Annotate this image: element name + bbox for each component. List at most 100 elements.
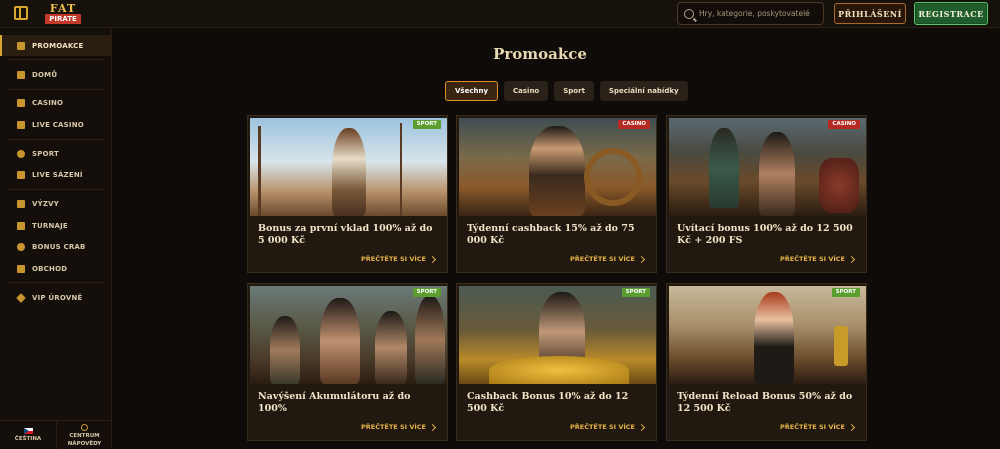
- promo-card-title: Cashback Bonus 10% až do 12 500 Kč: [467, 391, 629, 414]
- read-more-link[interactable]: PŘEČTĚTE SI VÍCE: [569, 423, 646, 431]
- read-more-link[interactable]: PŘEČTĚTE SI VÍCE: [360, 255, 437, 263]
- sport-badge: SPORT: [412, 288, 441, 297]
- read-more-link[interactable]: PŘEČTĚTE SI VÍCE: [569, 255, 646, 263]
- sidebar-item-label: LIVE SÁZENÍ: [32, 170, 83, 179]
- sidebar-item-turnaje[interactable]: TURNAJE: [0, 215, 112, 236]
- promo-card[interactable]: SPORT Navýšení Akumulátoru až do 100% PŘ…: [247, 283, 448, 441]
- sidebar-item-label: DOMŮ: [32, 70, 58, 79]
- top-bar: FAT PIRATE PŘIHLÁŠENÍ REGISTRACE: [0, 0, 1000, 28]
- promo-card[interactable]: SPORT Bonus za první vklad 100% až do 5 …: [247, 115, 448, 273]
- shop-icon: [17, 264, 25, 273]
- casino-badge: CASINO: [828, 120, 860, 129]
- login-button[interactable]: PŘIHLÁŠENÍ: [834, 3, 906, 24]
- tab-vsechny[interactable]: Všechny: [445, 81, 499, 101]
- read-more-link[interactable]: PŘEČTĚTE SI VÍCE: [779, 423, 856, 431]
- czech-flag-icon: [23, 428, 33, 434]
- live-betting-icon: [17, 170, 25, 179]
- tab-specialni-nabidky[interactable]: Speciální nabídky: [599, 81, 688, 101]
- sidebar-toggle-icon[interactable]: [14, 6, 28, 20]
- promo-image: [459, 118, 656, 216]
- promo-filter-tabs: Všechny Casino Sport Speciální nabídky: [445, 81, 688, 101]
- sidebar-item-live-casino[interactable]: LIVE CASINO: [0, 114, 112, 135]
- sidebar-item-label: LIVE CASINO: [32, 120, 84, 129]
- sidebar-item-label: OBCHOD: [32, 264, 68, 273]
- read-more-label: PŘEČTĚTE SI VÍCE: [569, 255, 635, 263]
- sidebar-item-vip-urovne[interactable]: VIP ÚROVNĚ: [0, 287, 112, 308]
- read-more-link[interactable]: PŘEČTĚTE SI VÍCE: [779, 255, 856, 263]
- sidebar-divider: [8, 139, 104, 140]
- promo-card-title: Týdenní cashback 15% až do 75 000 Kč: [467, 223, 635, 246]
- sidebar-item-casino[interactable]: CASINO: [0, 92, 112, 113]
- promo-card[interactable]: CASINO Týdenní cashback 15% až do 75 000…: [456, 115, 657, 273]
- tournament-icon: [17, 221, 25, 230]
- promo-image: [250, 286, 447, 384]
- sidebar: PROMOAKCE DOMŮ CASINO LIVE CASINO SPORT …: [0, 29, 112, 449]
- read-more-label: PŘEČTĚTE SI VÍCE: [569, 423, 635, 431]
- chevron-right-icon: [847, 423, 856, 431]
- tab-casino[interactable]: Casino: [504, 81, 549, 101]
- sidebar-item-label: SPORT: [32, 149, 59, 158]
- sidebar-divider: [8, 89, 104, 90]
- sidebar-item-promoakce[interactable]: PROMOAKCE: [0, 35, 112, 56]
- sidebar-item-label: BONUS CRAB: [32, 242, 86, 251]
- search-input[interactable]: [699, 9, 821, 18]
- promo-image: [669, 286, 866, 384]
- sport-icon: [17, 149, 25, 158]
- search-box[interactable]: [677, 2, 824, 25]
- language-selector[interactable]: ČEŠTINA: [0, 421, 56, 449]
- sport-badge: SPORT: [621, 288, 650, 297]
- sidebar-footer: ČEŠTINA CENTRUM NÁPOVĚDY: [0, 420, 112, 449]
- read-more-label: PŘEČTĚTE SI VÍCE: [360, 423, 426, 431]
- live-casino-icon: [17, 120, 25, 129]
- sidebar-item-domu[interactable]: DOMŮ: [0, 64, 112, 85]
- trophy-icon: [17, 199, 25, 208]
- sidebar-item-vyzvy[interactable]: VÝZVY: [0, 193, 112, 214]
- sidebar-item-label: VIP ÚROVNĚ: [32, 293, 83, 302]
- read-more-label: PŘEČTĚTE SI VÍCE: [779, 255, 845, 263]
- chevron-right-icon: [637, 423, 646, 431]
- sport-badge: SPORT: [831, 288, 860, 297]
- casino-badge: CASINO: [618, 120, 650, 129]
- home-icon: [17, 70, 25, 79]
- register-button[interactable]: REGISTRACE: [914, 2, 988, 25]
- search-icon: [684, 8, 694, 19]
- chevron-right-icon: [428, 255, 437, 263]
- sidebar-divider: [8, 189, 104, 190]
- promo-card[interactable]: CASINO Uvítací bonus 100% až do 12 500 K…: [666, 115, 867, 273]
- promo-icon: [17, 41, 25, 50]
- chevron-right-icon: [637, 255, 646, 263]
- sidebar-item-live-sazeni[interactable]: LIVE SÁZENÍ: [0, 164, 112, 185]
- promo-card[interactable]: SPORT Cashback Bonus 10% až do 12 500 Kč…: [456, 283, 657, 441]
- tab-sport[interactable]: Sport: [554, 81, 594, 101]
- language-label: ČEŠTINA: [14, 436, 42, 442]
- help-icon: [81, 423, 88, 431]
- promo-card-title: Uvítací bonus 100% až do 12 500 Kč + 200…: [677, 223, 853, 246]
- help-label-line2: NÁPOVĚDY: [67, 440, 102, 447]
- sidebar-item-label: TURNAJE: [32, 221, 68, 230]
- read-more-label: PŘEČTĚTE SI VÍCE: [779, 423, 845, 431]
- promo-image: [459, 286, 656, 384]
- promo-image: [669, 118, 866, 216]
- page-title: Promoakce: [493, 45, 587, 63]
- read-more-label: PŘEČTĚTE SI VÍCE: [360, 255, 426, 263]
- promo-image: [250, 118, 447, 216]
- promo-card-title: Týdenní Reload Bonus 50% až do 12 500 Kč: [677, 391, 853, 414]
- promo-card-title: Navýšení Akumulátoru až do 100%: [258, 391, 411, 414]
- chevron-right-icon: [847, 255, 856, 263]
- sidebar-item-sport[interactable]: SPORT: [0, 143, 112, 164]
- sidebar-item-label: CASINO: [32, 98, 64, 107]
- sidebar-item-label: VÝZVY: [32, 199, 60, 208]
- sidebar-item-bonus-crab[interactable]: BONUS CRAB: [0, 236, 112, 257]
- diamond-icon: [16, 292, 26, 303]
- promo-card[interactable]: SPORT Týdenní Reload Bonus 50% až do 12 …: [666, 283, 867, 441]
- read-more-link[interactable]: PŘEČTĚTE SI VÍCE: [360, 423, 437, 431]
- fat-pirate-logo[interactable]: FAT PIRATE: [44, 2, 82, 25]
- chevron-right-icon: [428, 423, 437, 431]
- sidebar-item-obchod[interactable]: OBCHOD: [0, 258, 112, 279]
- help-center-button[interactable]: CENTRUM NÁPOVĚDY: [56, 421, 112, 449]
- casino-icon: [17, 98, 25, 107]
- help-label-line1: CENTRUM: [69, 432, 100, 439]
- logo-text-bottom: PIRATE: [45, 14, 81, 24]
- crab-icon: [17, 242, 25, 251]
- sport-badge: SPORT: [412, 120, 441, 129]
